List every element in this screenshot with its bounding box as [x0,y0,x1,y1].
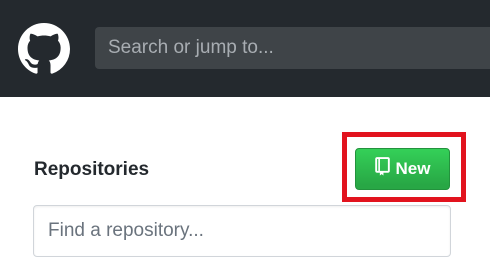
global-search[interactable] [95,27,490,69]
top-header [0,0,490,97]
search-input[interactable] [108,27,490,69]
new-repository-button[interactable]: New [355,148,450,190]
new-button-label: New [395,159,431,178]
repository-filter[interactable] [33,205,451,257]
repositories-heading: Repositories [34,159,150,180]
repo-book-icon [374,157,390,181]
github-logo-icon[interactable] [18,23,70,75]
find-repository-input[interactable] [48,206,450,256]
